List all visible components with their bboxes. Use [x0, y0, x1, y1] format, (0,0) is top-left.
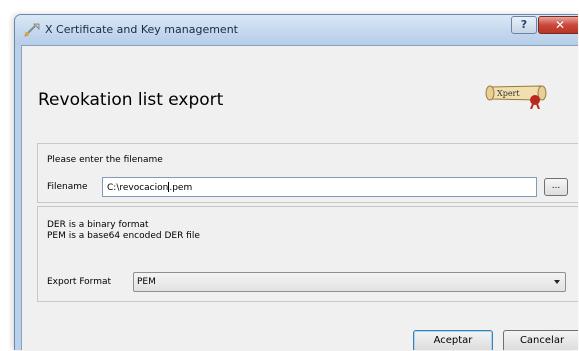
filename-input[interactable]: C:\revocacion.pem [102, 177, 537, 197]
browse-button[interactable]: ... [544, 178, 568, 196]
filename-value-end: .pem [169, 183, 193, 193]
filename-group: Please enter the filename Filename C:\re… [37, 143, 578, 203]
export-format-select[interactable]: PEM [133, 272, 566, 292]
dialog-client-area: Revokation list export Xpert Please ente… [21, 45, 578, 350]
certificate-app-icon [24, 23, 40, 37]
help-button[interactable]: ? [511, 16, 537, 34]
format-group: DER is a binary format PEM is a base64 e… [37, 206, 578, 302]
filename-value-start: C:\revocacion [107, 183, 169, 193]
chevron-down-icon [554, 280, 560, 284]
title-bar[interactable]: X Certificate and Key management ? ✕ [15, 15, 578, 45]
cancel-button[interactable]: Cancelar [503, 330, 578, 350]
export-format-value: PEM [137, 277, 156, 287]
format-info-pem: PEM is a base64 encoded DER file [47, 231, 200, 241]
logo-text: Xpert [497, 89, 520, 98]
page-title: Revokation list export [38, 90, 224, 110]
close-button[interactable]: ✕ [538, 16, 578, 34]
format-info-der: DER is a binary format [47, 220, 149, 230]
export-format-label: Export Format [47, 277, 112, 287]
scroll-logo-icon: Xpert [485, 85, 547, 109]
window-title: X Certificate and Key management [45, 23, 238, 36]
filename-prompt: Please enter the filename [47, 155, 163, 165]
dialog-window: X Certificate and Key management ? ✕ Rev… [14, 14, 578, 350]
filename-label: Filename [47, 182, 88, 192]
accept-button[interactable]: Aceptar [413, 330, 493, 350]
